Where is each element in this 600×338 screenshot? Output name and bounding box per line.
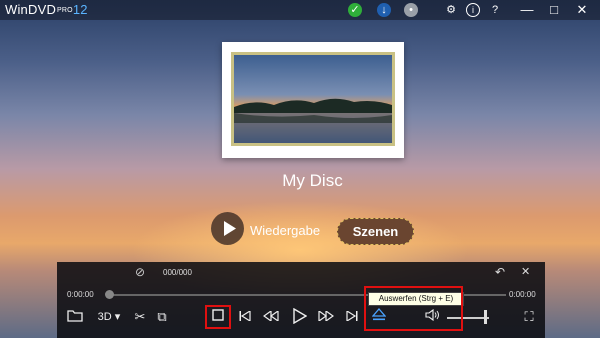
rewind-icon[interactable] <box>262 308 280 326</box>
volume-slider-handle[interactable] <box>483 310 487 324</box>
timeline-knob[interactable] <box>105 290 114 299</box>
time-total: 0:00:00 <box>509 290 536 299</box>
tools-icon[interactable]: ✂ <box>132 308 148 326</box>
help-icon[interactable]: ? <box>488 3 502 17</box>
landscape-image <box>234 55 392 143</box>
play-icon[interactable] <box>291 307 309 326</box>
close-icon[interactable]: ✕ <box>571 2 593 18</box>
back-icon[interactable]: ↶ <box>495 265 505 279</box>
menu-scenes-button[interactable]: Szenen <box>337 218 414 245</box>
chapter-icon[interactable]: ⊘ <box>135 265 145 279</box>
brand-version: 12 <box>72 2 88 17</box>
chapter-counter: 000/000 <box>163 268 192 277</box>
check-icon[interactable]: ✓ <box>348 3 362 17</box>
menu-play-button[interactable] <box>211 212 244 245</box>
next-chapter-icon[interactable] <box>344 308 360 326</box>
prev-chapter-icon[interactable] <box>237 308 253 326</box>
capture-icon[interactable]: ⧉ <box>154 308 170 326</box>
download-icon[interactable]: ↓ <box>377 3 391 17</box>
3d-label: 3D <box>97 311 112 323</box>
maximize-icon[interactable]: □ <box>543 2 565 18</box>
fullscreen-icon[interactable]: ⛶ <box>521 308 537 326</box>
title-bar: WinDVDPRO12 ✓ ↓ • ⚙ i ? — □ ✕ <box>0 0 600 20</box>
chat-icon[interactable]: • <box>404 3 418 17</box>
panel-close-icon[interactable]: ✕ <box>521 265 530 278</box>
app-logo: WinDVDPRO12 <box>5 2 88 17</box>
brand-pro: PRO <box>57 7 73 15</box>
minimize-icon[interactable]: — <box>516 2 538 18</box>
menu-play-label[interactable]: Wiedergabe <box>250 223 320 238</box>
eject-highlight-box <box>364 286 463 331</box>
thumbnail-image <box>231 52 395 146</box>
fast-forward-icon[interactable] <box>317 308 335 326</box>
disc-thumbnail <box>222 42 404 158</box>
brand-name: WinDVD <box>5 2 57 17</box>
gear-icon[interactable]: ⚙ <box>444 3 458 17</box>
stop-highlight-box <box>205 305 231 329</box>
play-icon <box>224 221 236 236</box>
info-icon[interactable]: i <box>466 3 480 17</box>
folder-icon[interactable] <box>66 308 84 326</box>
panel-top-bar: ⊘ 000/000 ↶ ✕ <box>57 262 545 284</box>
time-elapsed: 0:00:00 <box>67 290 94 299</box>
3d-button[interactable]: 3D ▾ <box>94 308 124 326</box>
disc-title: My Disc <box>282 171 343 190</box>
